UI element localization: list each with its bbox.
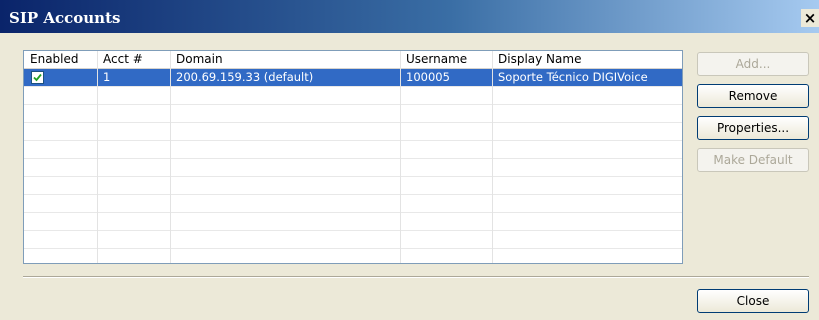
table-row[interactable]: 1 200.69.159.33 (default) 100005 Soporte… [24,69,682,87]
column-header-enabled[interactable]: Enabled [24,51,97,68]
remove-button[interactable]: Remove [697,84,809,108]
window-title: SIP Accounts [9,9,121,27]
enabled-cell [24,69,97,86]
empty-row [24,141,682,159]
empty-row [24,159,682,177]
display-name-cell: Soporte Técnico DIGIVoice [498,70,648,84]
column-divider [170,51,171,263]
properties-button[interactable]: Properties... [697,116,809,140]
empty-row [24,213,682,231]
empty-row [24,195,682,213]
column-header-domain[interactable]: Domain [170,51,400,68]
checkmark-icon [33,73,42,82]
title-bar[interactable]: SIP Accounts × [0,0,819,33]
empty-row [24,87,682,105]
column-header-username[interactable]: Username [400,51,492,68]
username-cell: 100005 [406,70,450,84]
domain-cell: 200.69.159.33 (default) [176,70,314,84]
column-header-acct[interactable]: Acct # [97,51,170,68]
empty-row [24,105,682,123]
make-default-button[interactable]: Make Default [697,148,809,172]
add-button[interactable]: Add... [697,52,809,76]
column-divider [492,51,493,263]
list-header: Enabled Acct # Domain Username Display N… [24,51,682,69]
column-divider [400,51,401,263]
acct-cell: 1 [103,70,111,84]
column-divider [97,51,98,263]
close-icon[interactable]: × [801,9,819,27]
empty-row [24,123,682,141]
column-header-display-name[interactable]: Display Name [492,51,682,68]
close-button[interactable]: Close [697,289,809,313]
separator [23,276,809,278]
accounts-list[interactable]: Enabled Acct # Domain Username Display N… [23,50,683,264]
enabled-checkbox[interactable] [31,71,44,84]
empty-row [24,231,682,249]
empty-row [24,177,682,195]
